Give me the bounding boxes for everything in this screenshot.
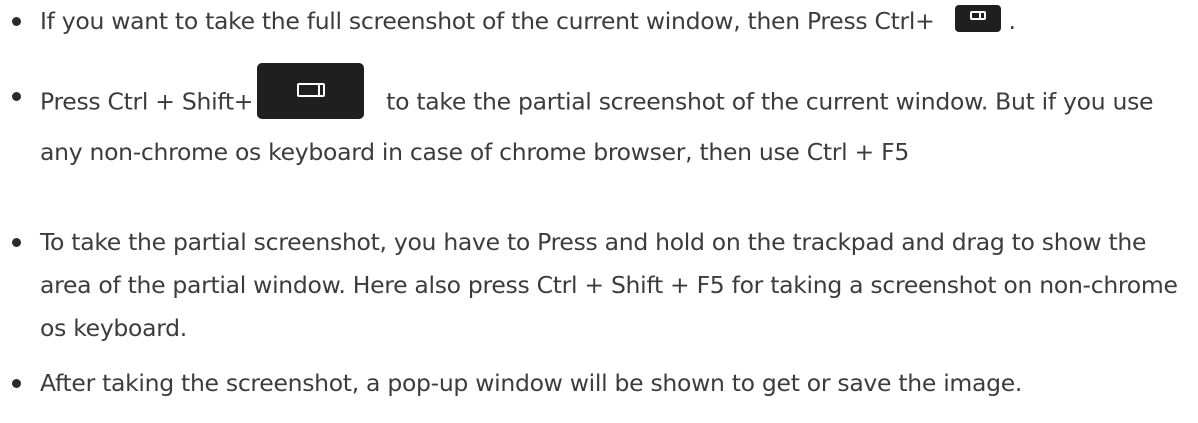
list-item: After taking the screenshot, a pop-up wi… bbox=[12, 362, 1190, 405]
bullet-icon bbox=[12, 92, 21, 101]
window-overview-key-icon bbox=[257, 63, 365, 119]
item-text: Press Ctrl + Shift+ bbox=[40, 87, 254, 116]
bullet-icon bbox=[12, 379, 21, 388]
list-item: To take the partial screenshot, you have… bbox=[12, 221, 1190, 350]
window-overview-glyph-icon bbox=[969, 11, 986, 20]
window-overview-key-icon bbox=[954, 5, 1001, 32]
item-text-end: . bbox=[1008, 7, 1016, 35]
bullet-icon bbox=[12, 238, 21, 247]
item-text: If you want to take the full screenshot … bbox=[40, 7, 935, 35]
bullet-icon bbox=[12, 17, 21, 26]
item-text: To take the partial screenshot, you have… bbox=[40, 228, 1178, 342]
list-item: Press Ctrl + Shift+ to take the partial s… bbox=[12, 63, 1190, 174]
list-item: If you want to take the full screenshot … bbox=[12, 0, 1190, 43]
item-text: After taking the screenshot, a pop-up wi… bbox=[40, 369, 1023, 397]
window-overview-glyph-icon bbox=[297, 83, 326, 97]
